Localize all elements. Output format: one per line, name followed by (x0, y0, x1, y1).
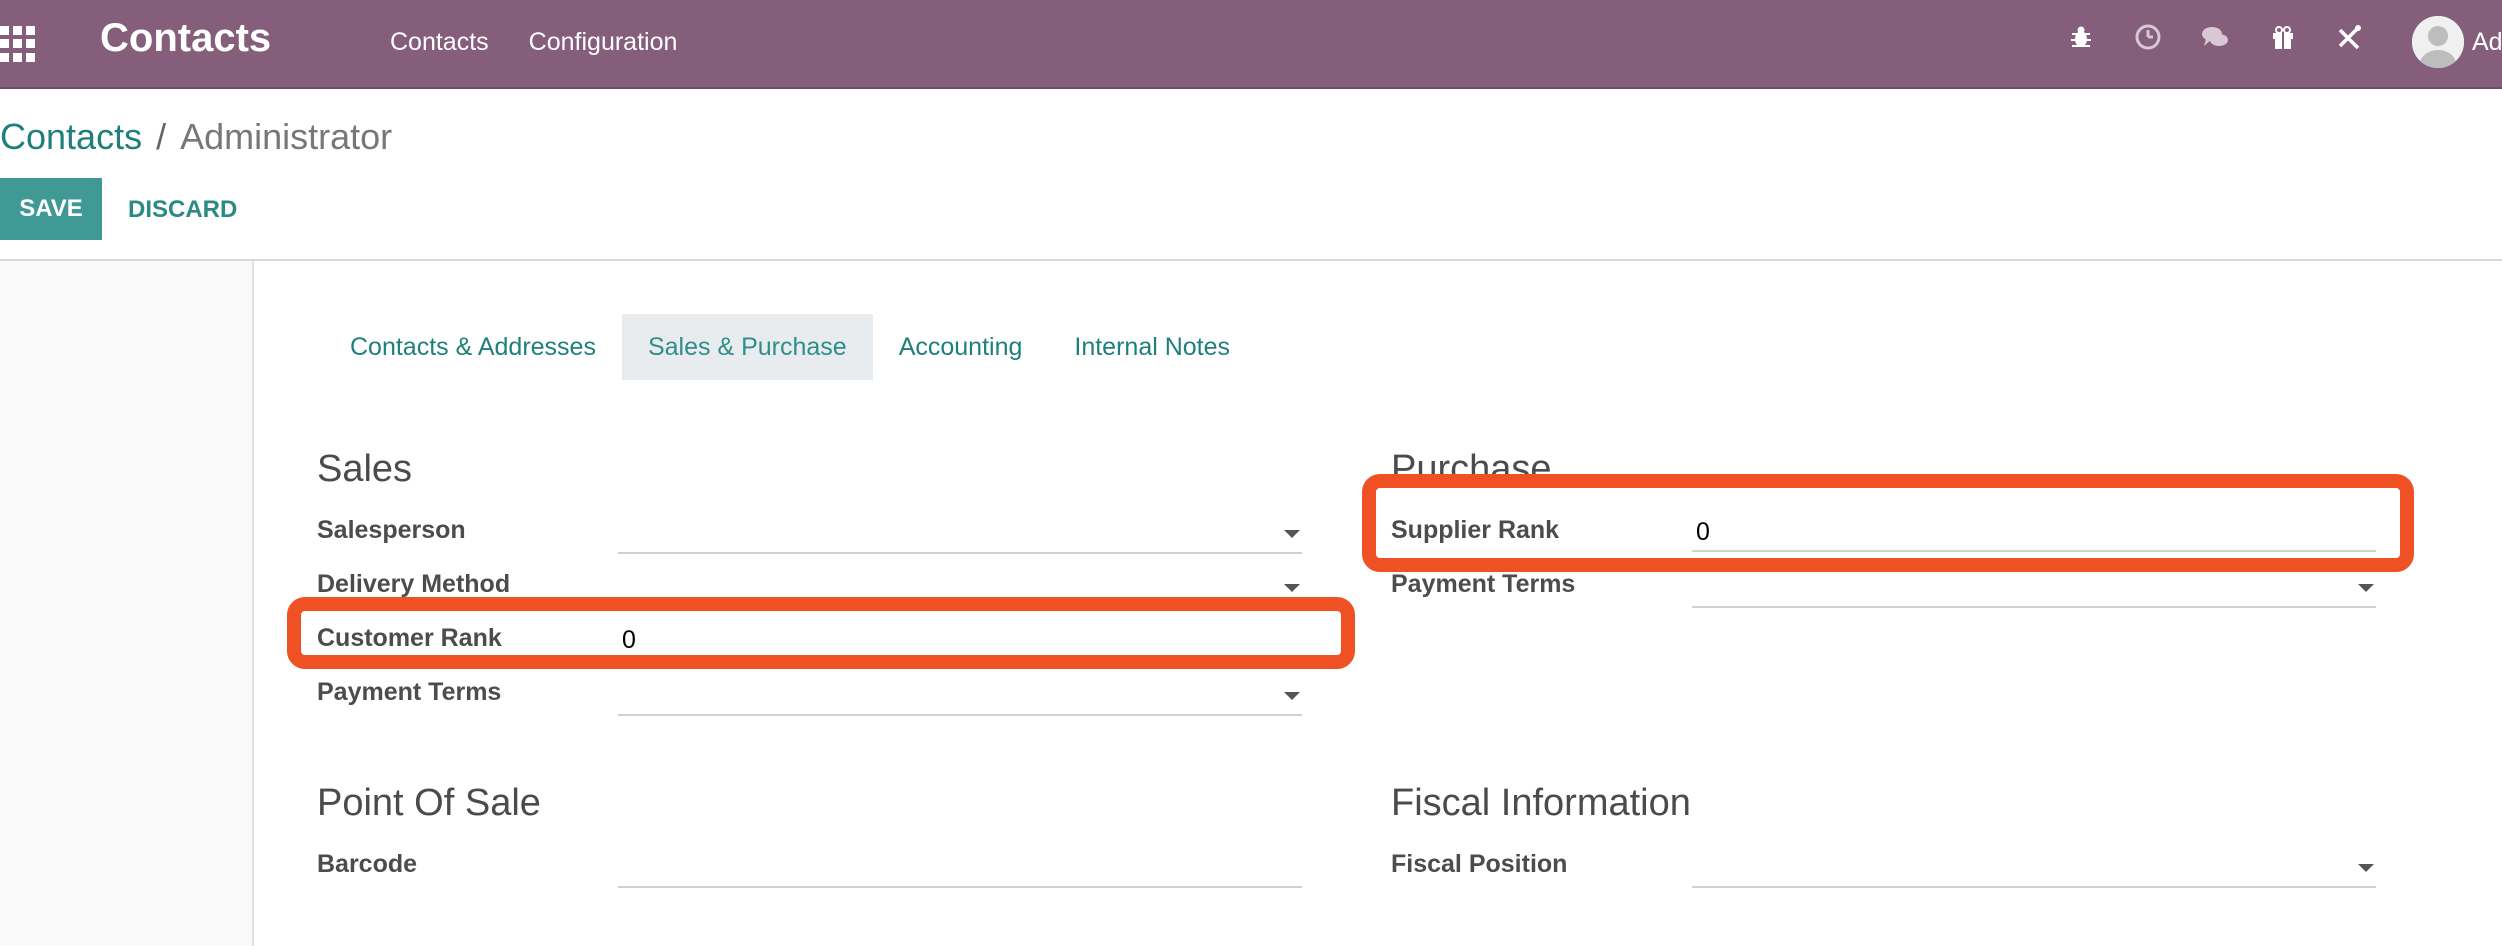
app-brand[interactable]: Contacts (100, 16, 271, 61)
delivery-method-label: Delivery Method (317, 570, 511, 598)
breadcrumb-current: Administrator (180, 116, 393, 157)
sales-section-title: Sales (317, 448, 413, 490)
tab-accounting[interactable]: Accounting (873, 314, 1049, 380)
user-name[interactable]: Ad (2472, 28, 2502, 57)
top-navbar: Contacts Contacts Configuration Ad (0, 0, 2502, 89)
salesperson-field[interactable] (618, 514, 1302, 554)
fiscal-position-field[interactable] (1692, 848, 2376, 888)
fiscal-position-label: Fiscal Position (1391, 850, 1568, 878)
supplier-rank-highlight (1362, 474, 2414, 572)
tab-sales-purchase[interactable]: Sales & Purchase (621, 314, 873, 380)
menu-item-configuration[interactable]: Configuration (529, 28, 678, 57)
breadcrumb-parent[interactable]: Contacts (0, 116, 142, 157)
tab-contacts-addresses[interactable]: Contacts & Addresses (324, 314, 622, 380)
breadcrumb: Contacts / Administrator (0, 116, 392, 158)
barcode-field[interactable] (618, 848, 1302, 888)
chevron-down-icon[interactable] (2358, 584, 2374, 592)
purchase-payment-terms-field[interactable] (1692, 568, 2376, 608)
chevron-down-icon[interactable] (2358, 864, 2374, 872)
grid-icon[interactable] (0, 26, 36, 62)
chevron-down-icon[interactable] (1284, 692, 1300, 700)
chevron-down-icon[interactable] (1284, 530, 1300, 538)
save-button[interactable]: SAVE (0, 178, 102, 240)
chevron-down-icon[interactable] (1284, 584, 1300, 592)
chat-icon[interactable] (2200, 22, 2230, 57)
breadcrumb-separator: / (156, 116, 167, 157)
customer-rank-highlight (287, 597, 1355, 669)
sheet-background (0, 261, 252, 946)
clock-icon[interactable] (2133, 22, 2163, 57)
tab-internal-notes[interactable]: Internal Notes (1048, 314, 1256, 380)
avatar[interactable] (2412, 16, 2464, 68)
pos-section-title: Point Of Sale (317, 782, 541, 824)
sales-payment-terms-field[interactable] (618, 676, 1302, 716)
purchase-payment-terms-label: Payment Terms (1391, 570, 1576, 598)
gift-icon[interactable] (2268, 22, 2298, 57)
fiscal-section-title: Fiscal Information (1391, 782, 1691, 824)
main-menu: Contacts Configuration (390, 28, 677, 57)
notebook-tabs: Contacts & Addresses Sales & Purchase Ac… (324, 314, 1256, 380)
discard-button[interactable]: DISCARD (128, 196, 237, 224)
menu-item-contacts[interactable]: Contacts (390, 28, 489, 57)
barcode-label: Barcode (317, 850, 418, 878)
tools-icon[interactable] (2334, 22, 2364, 57)
salesperson-label: Salesperson (317, 516, 466, 544)
payment-terms-label: Payment Terms (317, 678, 502, 706)
bug-icon[interactable] (2066, 22, 2096, 57)
